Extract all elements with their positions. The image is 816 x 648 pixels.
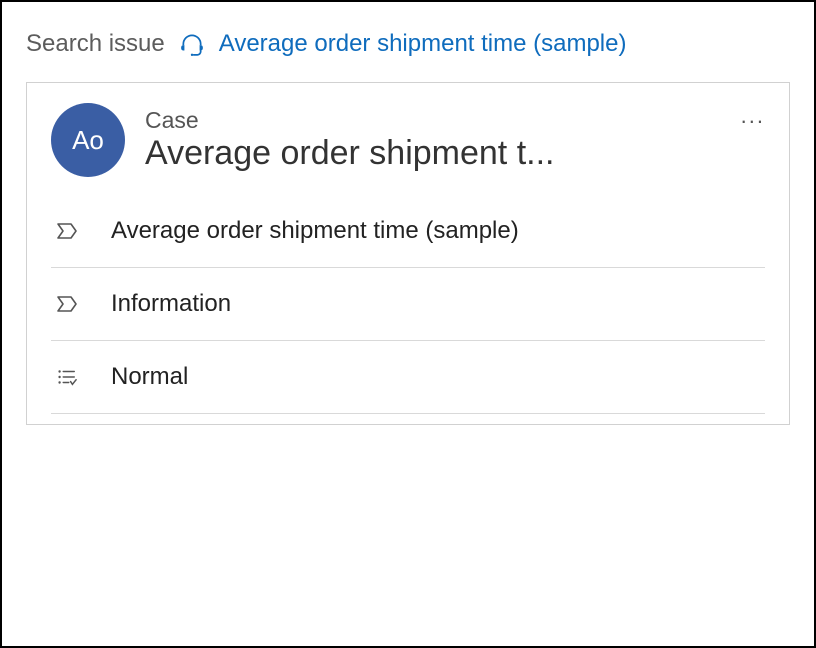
panel-container: Search issue Average order shipment time… [0,0,816,648]
detail-row-label: Normal [111,363,765,391]
case-type-label: Case [145,107,765,134]
avatar: Ao [51,103,125,177]
detail-row[interactable]: Normal [51,341,765,414]
case-card-header: Ao Case Average order shipment t... ... [51,103,765,177]
avatar-initials: Ao [72,125,104,156]
detail-row[interactable]: Information [51,268,765,341]
case-title: Average order shipment t... [145,134,765,173]
detail-row-label: Average order shipment time (sample) [111,217,765,245]
case-card: Ao Case Average order shipment t... ... … [26,82,790,425]
breadcrumb-search-issue[interactable]: Search issue [26,30,165,58]
breadcrumb-current-case[interactable]: Average order shipment time (sample) [219,30,627,58]
detail-row-label: Information [111,290,765,318]
headset-icon [179,31,205,57]
breadcrumb: Search issue Average order shipment time… [26,30,790,58]
case-header-text: Case Average order shipment t... [145,107,765,173]
filter-icon [55,366,83,388]
chevron-icon [55,219,83,243]
chevron-icon [55,292,83,316]
detail-row[interactable]: Average order shipment time (sample) [51,195,765,268]
more-actions-button[interactable]: ... [741,103,765,129]
